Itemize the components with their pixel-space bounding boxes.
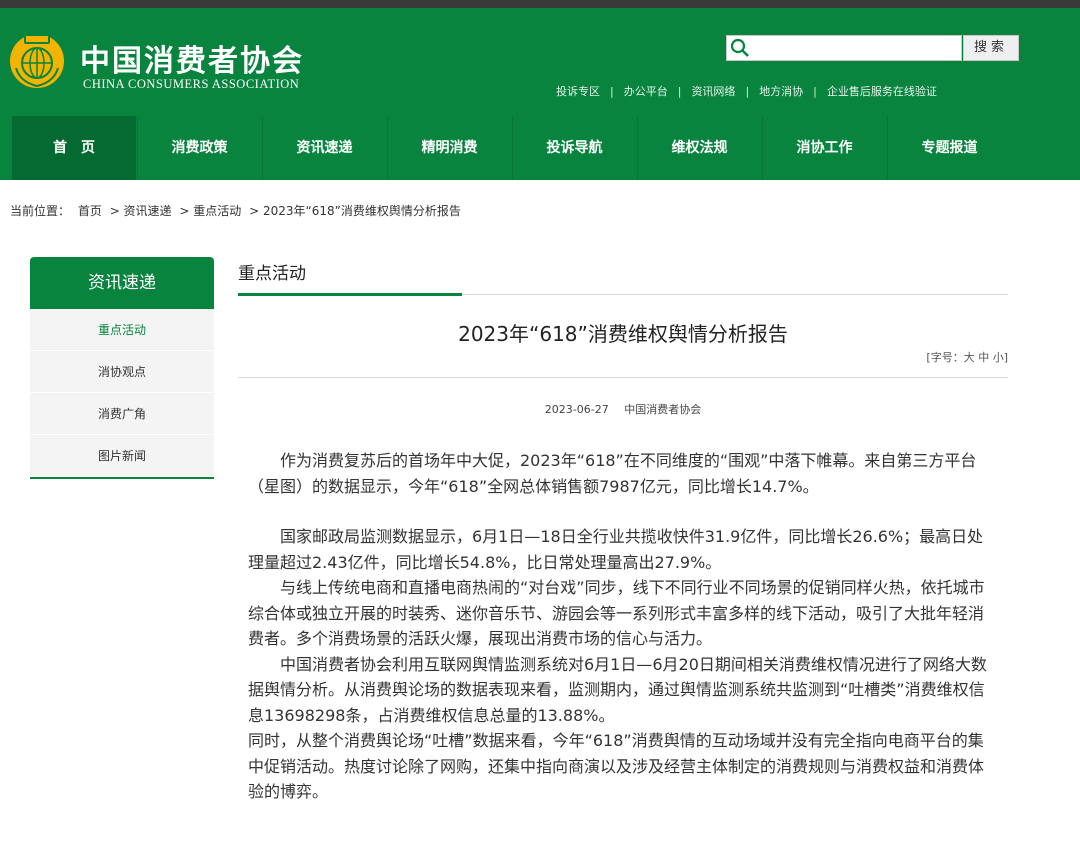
search-box <box>726 35 962 61</box>
quick-link-separator: | <box>677 84 682 98</box>
sidebar-item-opinions[interactable]: 消协观点 <box>30 351 214 393</box>
search-input[interactable] <box>753 38 957 58</box>
search-icon <box>730 38 749 57</box>
top-dark-strip <box>0 0 1080 8</box>
sidebar-item-photo-news[interactable]: 图片新闻 <box>30 435 214 477</box>
breadcrumb: 当前位置： 首页 > 资讯速递 > 重点活动 > 2023年“618”消费维权舆… <box>10 202 465 219</box>
font-size-control[interactable]: [字号：大 中 小] <box>880 349 1008 365</box>
breadcrumb-prefix: 当前位置： <box>10 204 71 218</box>
breadcrumb-current: > 2023年“618”消费维权舆情分析报告 <box>249 204 461 218</box>
nav-item-special-reports[interactable]: 专题报道 <box>887 116 1011 180</box>
article-body: 作为消费复苏后的首场年中大促，2023年“618”在不同维度的“围观”中落下帷幕… <box>248 448 994 805</box>
quick-link-office[interactable]: 办公平台 <box>624 83 668 99</box>
breadcrumb-key-activities[interactable]: > 重点活动 <box>179 204 241 218</box>
site-header: 中国消费者协会 CHINA CONSUMERS ASSOCIATION 搜索 投… <box>0 8 1080 116</box>
article-paragraph: 国家邮政局监测数据显示，6月1日—18日全行业共揽收快件31.9亿件，同比增长2… <box>248 527 984 572</box>
article-paragraph: 中国消费者协会利用互联网舆情监测系统对6月1日—6月20日期间相关消费维权情况进… <box>248 654 987 725</box>
quick-link-separator: | <box>745 84 750 98</box>
meta-divider <box>238 377 1008 378</box>
quick-link-separator: | <box>813 84 817 98</box>
article-date: 2023-06-27 <box>544 403 609 416</box>
article-paragraph: 作为消费复苏后的首场年中大促，2023年“618”在不同维度的“围观”中落下帷幕… <box>248 451 977 496</box>
breadcrumb-home[interactable]: 首页 <box>78 204 102 218</box>
quick-link-network[interactable]: 资讯网络 <box>691 83 735 99</box>
nav-item-policy[interactable]: 消费政策 <box>137 116 261 180</box>
article-source: 中国消费者协会 <box>624 403 702 416</box>
search-button[interactable]: 搜索 <box>963 35 1019 61</box>
quick-link-separator: | <box>610 84 614 98</box>
site-logo-title[interactable]: 中国消费者协会 <box>80 36 304 80</box>
sidebar-menu: 重点活动 消协观点 消费广角 图片新闻 <box>30 309 214 479</box>
nav-item-news[interactable]: 资讯速递 <box>262 116 386 180</box>
article-paragraph: 与线上传统电商和直播电商热闹的“对台戏”同步，线下不同行业不同场景的促销同样火热… <box>248 578 985 648</box>
sidebar-title: 资讯速递 <box>30 257 214 309</box>
quick-link-local[interactable]: 地方消协 <box>759 83 803 99</box>
cca-315-emblem-icon[interactable] <box>6 28 68 90</box>
nav-item-home[interactable]: 首页 <box>12 116 136 180</box>
section-title: 重点活动 <box>238 264 306 284</box>
main-nav: 首页 消费政策 资讯速递 精明消费 投诉导航 维权法规 消协工作 专题报道 <box>0 116 1080 180</box>
nav-item-smart-consumption[interactable]: 精明消费 <box>387 116 511 180</box>
article-paragraph: 同时，从整个消费舆论场“吐槽”数据来看，今年“618”消费舆情的互动场域并没有完… <box>248 731 985 801</box>
section-divider <box>462 294 1008 295</box>
quick-links: 投诉专区 | 办公平台 | 资讯网络 | 地方消协 | 企业售后服务在线验证 <box>556 82 1016 100</box>
quick-link-complaints[interactable]: 投诉专区 <box>556 83 600 99</box>
breadcrumb-news[interactable]: > 资讯速递 <box>110 204 172 218</box>
sidebar-item-consumer-view[interactable]: 消费广角 <box>30 393 214 435</box>
sidebar-item-key-activities[interactable]: 重点活动 <box>30 309 214 351</box>
quick-link-verify[interactable]: 企业售后服务在线验证 <box>827 83 937 99</box>
article-meta: 2023-06-27 中国消费者协会 <box>238 401 1008 417</box>
site-logo-subtitle: CHINA CONSUMERS ASSOCIATION <box>83 77 300 91</box>
article-title: 2023年“618”消费维权舆情分析报告 <box>458 322 788 346</box>
nav-item-association-work[interactable]: 消协工作 <box>762 116 886 180</box>
section-divider-accent <box>238 293 462 296</box>
nav-item-regulations[interactable]: 维权法规 <box>637 116 761 180</box>
nav-item-complaint-guide[interactable]: 投诉导航 <box>512 116 636 180</box>
